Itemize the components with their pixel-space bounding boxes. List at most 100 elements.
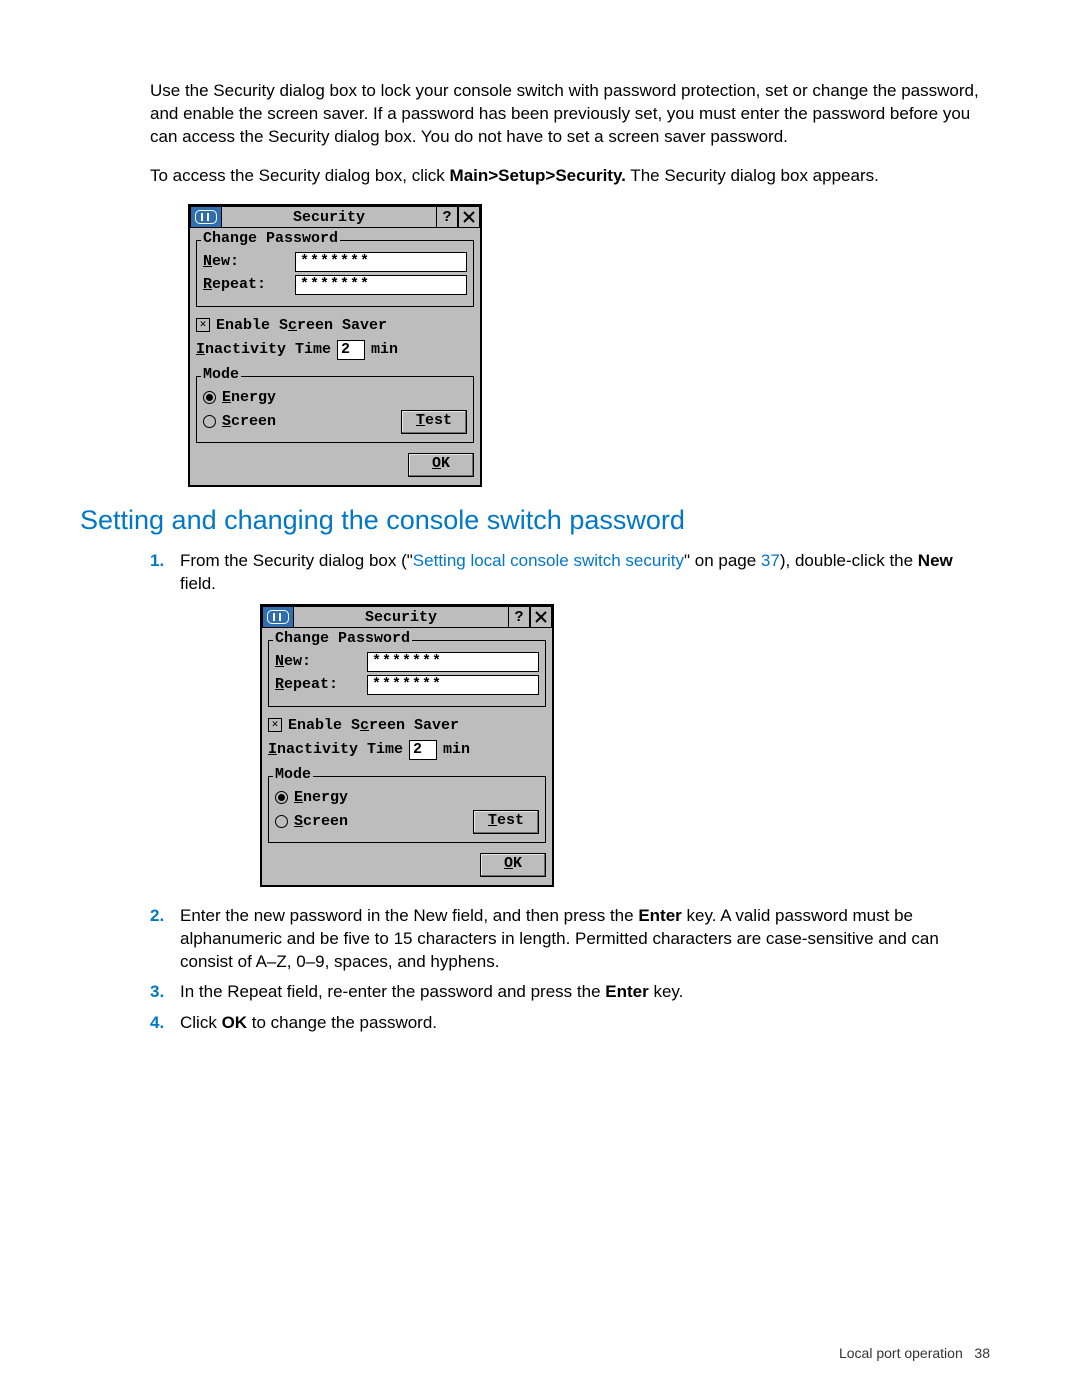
page-footer: Local port operation 38	[839, 1345, 990, 1361]
mode-screen-radio-row: Screen	[275, 813, 348, 830]
enable-screensaver-label: Enable Screen Saver	[288, 717, 459, 734]
inactivity-time-row: Inactivity Time 2 min	[196, 340, 474, 360]
hp-logo-icon	[190, 206, 222, 228]
mode-energy-row: Energy	[275, 789, 539, 806]
mode-screen-row: Screen Test	[275, 810, 539, 834]
security-dialog: Security ? Change Password New: *******	[260, 604, 554, 887]
step-1-link[interactable]: Setting local console switch security	[413, 551, 684, 570]
step-3-body: In the Repeat field, re-enter the passwo…	[180, 981, 990, 1004]
ok-row: OK	[196, 453, 474, 477]
inactivity-time-row: Inactivity Time 2 min	[268, 740, 546, 760]
repeat-password-label: Repeat:	[275, 676, 367, 693]
step-1: 1. From the Security dialog box ("Settin…	[150, 550, 990, 596]
step-1-page-link[interactable]: 37	[761, 551, 780, 570]
mode-legend: Mode	[201, 366, 241, 383]
enable-screensaver-label: Enable Screen Saver	[216, 317, 387, 334]
footer-page: 38	[974, 1345, 990, 1361]
close-icon	[535, 611, 547, 623]
mode-screen-row: Screen Test	[203, 410, 467, 434]
titlebar-buttons: ?	[436, 206, 480, 228]
dialog-title: Security	[294, 606, 508, 628]
change-password-legend: Change Password	[273, 630, 412, 647]
intro-2-pre: To access the Security dialog box, click	[150, 166, 450, 185]
inactivity-time-label: Inactivity Time	[268, 741, 403, 758]
intro-2-bold: Main>Setup>Security.	[450, 166, 626, 185]
new-password-input[interactable]: *******	[295, 252, 467, 272]
enable-screensaver-row: ✕ Enable Screen Saver	[196, 317, 474, 334]
intro-paragraph-2: To access the Security dialog box, click…	[150, 165, 990, 188]
page: Use the Security dialog box to lock your…	[0, 0, 1080, 1397]
mode-screen-radio[interactable]	[275, 815, 288, 828]
step-2-body: Enter the new password in the New field,…	[180, 905, 990, 974]
enable-screensaver-row: ✕ Enable Screen Saver	[268, 717, 546, 734]
help-icon: ?	[514, 608, 523, 625]
ok-button[interactable]: OK	[480, 853, 546, 877]
security-dialog-figure-1: Security ? Change Password New: *******	[188, 204, 990, 487]
change-password-group: Change Password New: ******* Repeat: ***…	[268, 640, 546, 707]
section-heading: Setting and changing the console switch …	[80, 505, 990, 536]
test-button[interactable]: Test	[473, 810, 539, 834]
enable-screensaver-checkbox[interactable]: ✕	[268, 718, 282, 732]
security-dialog-figure-2: Security ? Change Password New: *******	[260, 604, 990, 887]
new-password-input[interactable]: *******	[367, 652, 539, 672]
step-1-body: From the Security dialog box ("Setting l…	[180, 550, 990, 596]
repeat-password-row: Repeat: *******	[203, 275, 467, 295]
ok-button[interactable]: OK	[408, 453, 474, 477]
security-dialog: Security ? Change Password New: *******	[188, 204, 482, 487]
intro-paragraph-1: Use the Security dialog box to lock your…	[150, 80, 990, 149]
close-button[interactable]	[530, 606, 552, 628]
new-password-label: New:	[275, 653, 367, 670]
close-button[interactable]	[458, 206, 480, 228]
inactivity-time-input[interactable]: 2	[337, 340, 365, 360]
inactivity-time-input[interactable]: 2	[409, 740, 437, 760]
repeat-password-input[interactable]: *******	[295, 275, 467, 295]
new-password-row: New: *******	[203, 252, 467, 272]
steps-list: 1. From the Security dialog box ("Settin…	[150, 550, 990, 596]
dialog-body: Change Password New: ******* Repeat: ***…	[262, 628, 552, 885]
step-3-number: 3.	[150, 981, 180, 1004]
help-icon: ?	[442, 208, 451, 225]
step-4-number: 4.	[150, 1012, 180, 1035]
mode-screen-radio[interactable]	[203, 415, 216, 428]
test-button[interactable]: Test	[401, 410, 467, 434]
step-1-number: 1.	[150, 550, 180, 573]
mode-energy-row: Energy	[203, 389, 467, 406]
repeat-password-label: Repeat:	[203, 276, 295, 293]
step-2-number: 2.	[150, 905, 180, 928]
mode-energy-label: Energy	[222, 389, 276, 406]
mode-energy-radio[interactable]	[275, 791, 288, 804]
close-icon	[463, 211, 475, 223]
titlebar-buttons: ?	[508, 606, 552, 628]
change-password-legend: Change Password	[201, 230, 340, 247]
mode-legend: Mode	[273, 766, 313, 783]
dialog-body: Change Password New: ******* Repeat: ***…	[190, 228, 480, 485]
hp-logo-icon	[262, 606, 294, 628]
mode-screen-label: Screen	[294, 813, 348, 830]
footer-section: Local port operation	[839, 1345, 963, 1361]
step-4-body: Click OK to change the password.	[180, 1012, 990, 1035]
mode-energy-label: Energy	[294, 789, 348, 806]
new-password-label: New:	[203, 253, 295, 270]
mode-group: Mode Energy Screen Test	[196, 376, 474, 443]
mode-screen-label: Screen	[222, 413, 276, 430]
change-password-group: Change Password New: ******* Repeat: ***…	[196, 240, 474, 307]
dialog-titlebar: Security ?	[190, 206, 480, 228]
inactivity-time-unit: min	[371, 341, 398, 358]
intro-2-post: The Security dialog box appears.	[626, 166, 879, 185]
dialog-title: Security	[222, 206, 436, 228]
step-3: 3. In the Repeat field, re-enter the pas…	[150, 981, 990, 1004]
steps-list-continued: 2. Enter the new password in the New fie…	[150, 905, 990, 1036]
help-button[interactable]: ?	[436, 206, 458, 228]
mode-energy-radio[interactable]	[203, 391, 216, 404]
ok-row: OK	[268, 853, 546, 877]
step-4: 4. Click OK to change the password.	[150, 1012, 990, 1035]
mode-group: Mode Energy Screen Test	[268, 776, 546, 843]
inactivity-time-label: Inactivity Time	[196, 341, 331, 358]
repeat-password-row: Repeat: *******	[275, 675, 539, 695]
repeat-password-input[interactable]: *******	[367, 675, 539, 695]
dialog-titlebar: Security ?	[262, 606, 552, 628]
inactivity-time-unit: min	[443, 741, 470, 758]
mode-screen-radio-row: Screen	[203, 413, 276, 430]
help-button[interactable]: ?	[508, 606, 530, 628]
enable-screensaver-checkbox[interactable]: ✕	[196, 318, 210, 332]
